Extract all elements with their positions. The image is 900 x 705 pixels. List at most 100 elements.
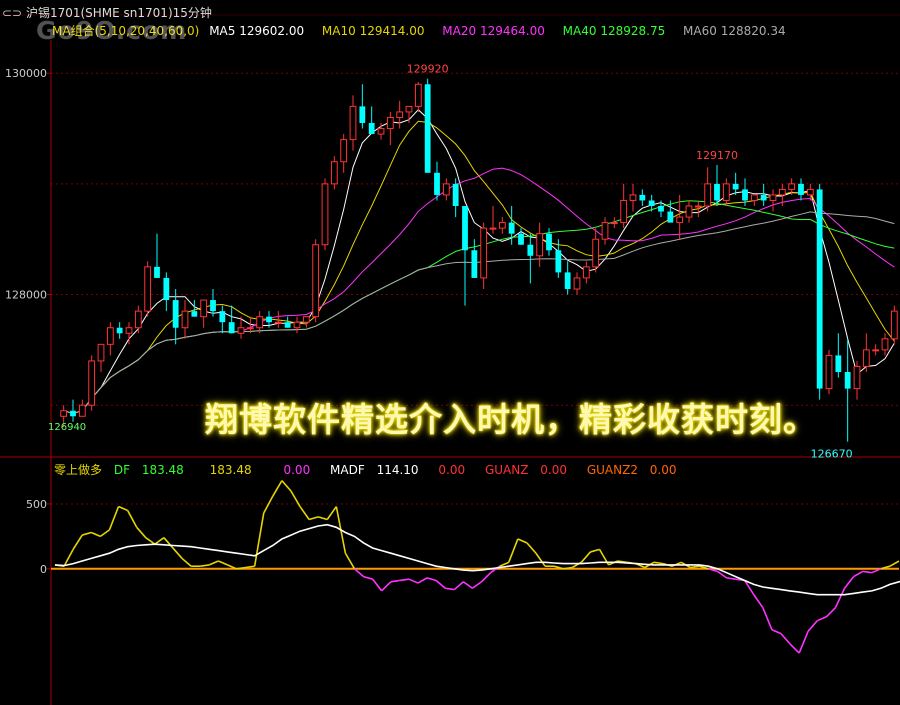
candle-body [302,316,310,323]
osc-tick-label: 0 [40,563,47,576]
df-line-segment [263,495,274,514]
df-line-segment [253,512,265,567]
ma-line-ma10 [63,120,895,415]
candle [154,233,160,278]
candle-body [210,300,216,312]
candle [620,183,628,229]
df-line-segment [834,587,846,609]
low-price-label: 126670 [811,448,853,461]
sub-legend-guanz2: GUANZ2 [586,463,638,477]
futures-chart[interactable]: 130000 128000 129920 129170 126670 126940 500 0 [0,0,900,705]
candle [704,167,712,212]
candle [872,344,880,356]
candle-body [648,200,655,206]
candle [601,217,609,245]
candle [349,95,357,151]
df-line-segment [181,557,192,567]
candle-body [144,266,152,312]
candle [434,161,440,201]
candle-body [340,139,348,163]
df-line-segment [517,538,528,544]
candle-body [452,183,459,206]
candle [228,305,235,334]
df-line-segment [435,579,446,589]
candle-body [462,206,468,251]
df-line-segment [445,587,455,591]
ma-legend-ma20: MA20 129464.00 [442,24,545,38]
df-line-segment [862,570,872,574]
candle [191,300,198,317]
candle [284,316,291,328]
candle-body [769,194,777,201]
candle [750,194,758,206]
df-line-segment [580,551,592,563]
sub-legend-df-value: 183.48 [141,463,184,477]
candle [256,311,264,334]
sub-legend-value-magenta: 0.00 [283,463,311,477]
df-line-segment [653,561,664,565]
df-line-segment [200,564,210,567]
df-line-segment [408,578,419,584]
sub-legend-guanz: GUANZ [484,463,529,477]
candle-body [266,316,272,323]
candle [293,316,301,334]
candle [835,333,842,378]
candle-body [154,266,160,278]
df-line-segment [853,570,864,578]
sub-legend-madf: MADF [330,463,365,477]
df-line-segment [145,537,156,545]
candle-body [172,300,179,328]
candle-body [704,183,712,207]
df-line-segment [817,616,827,622]
sub-legend-value-yellow: 183.48 [209,463,252,477]
candle-body [200,299,208,318]
sub-legend-guanz2-value: 0.00 [649,463,677,477]
candle [853,360,861,400]
df-line-segment [889,560,900,567]
candle-body [368,123,375,135]
candle [312,239,320,323]
candle-body [760,194,767,201]
df-line-segment [780,633,791,645]
candle [302,316,310,328]
sub-legend-guanz-value: 0.00 [540,463,567,477]
df-line-segment [172,547,183,559]
candle [890,305,898,345]
candle [134,305,142,334]
df-line-segment [136,526,147,539]
candle [610,217,618,229]
df-line-segment [99,529,110,538]
ma-line-ma5 [63,108,895,415]
candle-body [498,222,506,229]
df-line-segment [308,516,319,521]
candle-body [610,222,618,225]
candle-body [60,410,68,417]
df-line-segment [218,560,228,566]
candle-body [163,277,170,301]
candle [78,399,86,417]
candle-body [658,206,664,212]
candle-body [349,105,357,141]
candle-body [116,327,123,334]
candle [592,228,600,273]
df-line-segment [90,531,101,538]
df-line-segment [825,607,837,618]
df-line-segment [690,565,700,569]
candle [527,233,534,284]
df-line-segment [353,568,365,578]
candle-body [564,272,571,289]
candle [714,165,720,206]
df-line-segment [471,581,483,589]
candle [386,111,394,146]
candle [106,322,114,356]
candle-body [573,277,581,290]
sub-legend-title: 零上做多 [54,463,103,477]
candle-body [629,194,637,201]
candle-body [816,189,823,389]
df-line-segment [590,548,600,553]
ma-legend-ma60: MA60 128820.34 [683,24,786,38]
chart-menu-icon[interactable]: ⊂⊃ [2,6,22,20]
df-line-segment [526,542,537,554]
candle [816,183,823,400]
candle-body [386,116,394,130]
